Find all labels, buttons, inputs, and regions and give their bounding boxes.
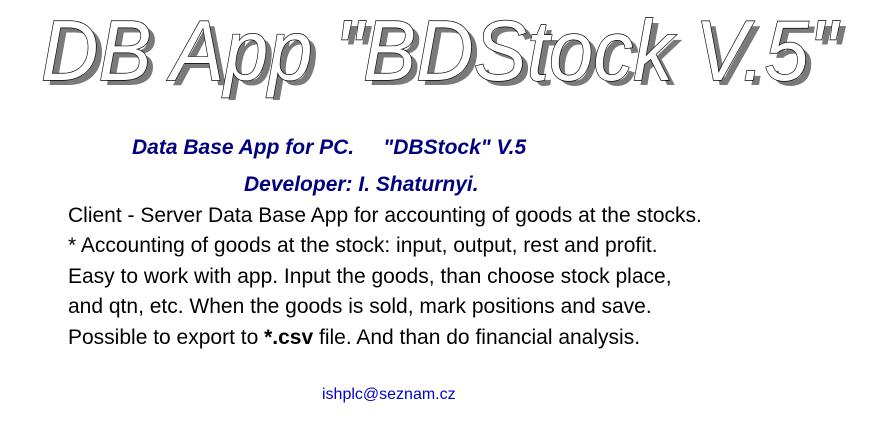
contact-email-link[interactable]: ishplc@seznam.cz bbox=[322, 385, 456, 405]
description-line: and qtn, etc. When the goods is sold, ma… bbox=[68, 295, 652, 319]
export-text-after: file. And than do financial analysis. bbox=[313, 325, 641, 349]
app-title: DB App "BDStock V.5" bbox=[41, 4, 841, 99]
app-subtitle: Data Base App for PC. "DBStock" V.5 bbox=[132, 135, 526, 161]
app-subtitle-name: Data Base App for PC. bbox=[132, 136, 355, 159]
developer-credit: Developer: I. Shaturnyi. bbox=[244, 173, 479, 196]
csv-extension: *.csv bbox=[264, 325, 314, 349]
description-line: * Accounting of goods at the stock: inpu… bbox=[68, 234, 658, 258]
app-title-graphic: DB App "BDStock V.5" DB App "BDStock V.5… bbox=[40, 3, 846, 100]
description-line: Possible to export to *.csv file. And th… bbox=[68, 323, 868, 353]
description-line: Easy to work with app. Input the goods, … bbox=[68, 264, 672, 288]
description-line: Client - Server Data Base App for accoun… bbox=[68, 204, 702, 227]
export-text-before: Possible to export to bbox=[68, 325, 265, 349]
app-title-banner: DB App "BDStock V.5" DB App "BDStock V.5… bbox=[0, 0, 886, 100]
app-subtitle-version: "DBStock" V.5 bbox=[383, 136, 527, 159]
app-description: Client - Server Data Base App for accoun… bbox=[68, 201, 868, 353]
